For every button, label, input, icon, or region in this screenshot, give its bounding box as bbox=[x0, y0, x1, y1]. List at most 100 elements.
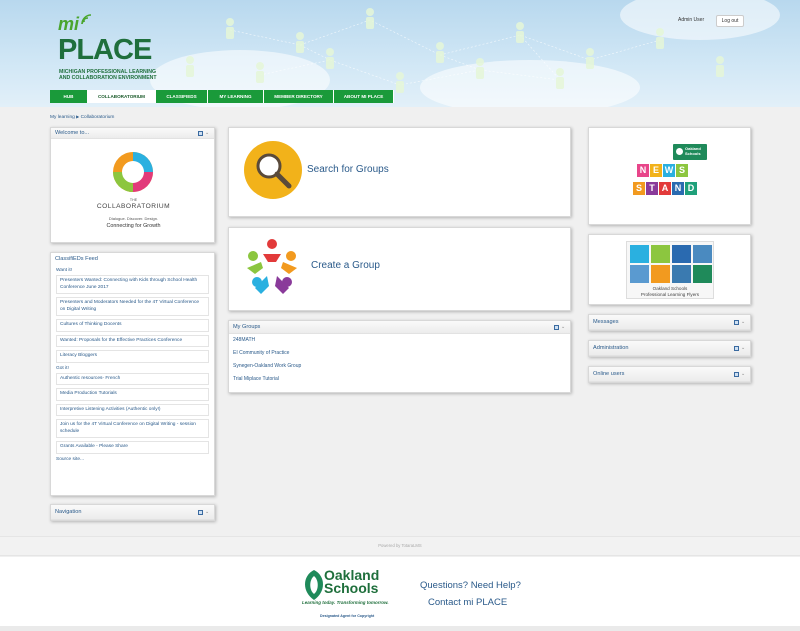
nav-tab-collaboratorium[interactable]: COLLABORATORIUM bbox=[88, 90, 156, 103]
feed-item[interactable]: Wanted: Proposals for the Effective Prac… bbox=[56, 334, 209, 347]
powered-by-link[interactable]: Powered by TotaraLMS bbox=[0, 543, 800, 548]
flyers-thumbnail: Oakland Schools Professional Learning Fl… bbox=[626, 241, 714, 299]
search-icon bbox=[244, 141, 302, 199]
block-header: My Groups ⌄ bbox=[229, 321, 570, 334]
create-group-icon bbox=[247, 239, 297, 294]
copyright-agent-link[interactable]: Designated Agent for Copyright bbox=[320, 614, 374, 618]
flyer-thumb bbox=[693, 245, 712, 263]
letter-tile: E bbox=[650, 164, 662, 177]
nav-tab-hub[interactable]: HUB bbox=[50, 90, 88, 103]
online-users-block: Online users ⌄ bbox=[588, 366, 751, 383]
search-groups-link[interactable]: Search for Groups bbox=[307, 164, 389, 175]
collaboratorium-logo-icon bbox=[113, 152, 153, 192]
breadcrumb-current: Collaboratorium bbox=[80, 115, 115, 120]
collapse-icon[interactable]: ⌄ bbox=[205, 510, 210, 515]
dock-icon[interactable] bbox=[554, 325, 559, 330]
nav-tab-about-mi-place[interactable]: ABOUT MI PLACE bbox=[334, 90, 394, 103]
feed-item[interactable]: Cultures of Thinking Docents bbox=[56, 319, 209, 332]
welcome-block: Welcome to... ⌄ THE COLLABORATORIUM Dial… bbox=[50, 127, 215, 243]
flyer-thumb bbox=[672, 245, 691, 263]
block-title: ClassifiEDs Feed bbox=[55, 256, 98, 262]
collapse-icon[interactable]: ⌄ bbox=[741, 320, 746, 325]
main-nav: HUB COLLABORATORIUM CLASSIFIEDS MY LEARN… bbox=[50, 90, 394, 103]
create-group-block[interactable]: Create a Group bbox=[228, 227, 571, 311]
nav-tab-my-learning[interactable]: MY LEARNING bbox=[208, 90, 264, 103]
block-title: Administration bbox=[593, 345, 629, 351]
breadcrumb-separator: ▶ bbox=[76, 114, 80, 119]
flyer-thumb bbox=[630, 245, 649, 263]
newsstand-bottom-letters: S T A N D bbox=[633, 182, 697, 195]
letter-tile: T bbox=[646, 182, 658, 195]
nav-tab-classifieds[interactable]: CLASSIFIEDS bbox=[156, 90, 208, 103]
site-footer bbox=[0, 557, 800, 631]
feed-item[interactable]: Join us for the 4T Virtual Conference on… bbox=[56, 419, 209, 438]
feed-item[interactable]: Interpretive Listening Activities (Authe… bbox=[56, 403, 209, 416]
flyers-block[interactable]: Oakland Schools Professional Learning Fl… bbox=[588, 234, 751, 305]
administration-block: Administration ⌄ bbox=[588, 340, 751, 357]
group-link[interactable]: EI Community of Practice bbox=[233, 347, 570, 360]
group-link[interactable]: 248MATH bbox=[233, 334, 570, 347]
flyers-caption-line-2: Professional Learning Flyers bbox=[640, 291, 700, 297]
dock-icon[interactable] bbox=[734, 346, 739, 351]
group-link[interactable]: Synegen-Oakland Work Group bbox=[233, 360, 570, 373]
logout-button[interactable]: Log out bbox=[716, 15, 744, 27]
breadcrumb-home[interactable]: My learning bbox=[50, 115, 75, 120]
classifieds-feed-block: ClassifiEDs Feed Want it! Presenters Wan… bbox=[50, 252, 215, 496]
feed-item[interactable]: Presenters Wanted: Connecting with Kids … bbox=[56, 275, 209, 294]
letter-tile: S bbox=[633, 182, 645, 195]
block-header: Welcome to... ⌄ bbox=[51, 128, 214, 139]
block-title: My Groups bbox=[233, 324, 261, 330]
signal-icon bbox=[81, 14, 92, 25]
block-header: Messages ⌄ bbox=[589, 315, 750, 330]
oakland-schools-badge: Oakland Schools bbox=[673, 144, 707, 160]
flyers-grid bbox=[630, 245, 712, 283]
logo-tagline: Dialogue. Discover. Design. bbox=[108, 216, 159, 221]
feed-item[interactable]: Authentic resources- French bbox=[56, 372, 209, 385]
collapse-icon[interactable]: ⌄ bbox=[741, 372, 746, 377]
feed-item[interactable]: Presenters and Moderators Needed for the… bbox=[56, 297, 209, 316]
bottom-strip bbox=[0, 626, 800, 631]
logo-the: THE bbox=[129, 198, 138, 202]
letter-tile: W bbox=[663, 164, 675, 177]
letter-tile: N bbox=[672, 182, 684, 195]
dock-icon[interactable] bbox=[198, 510, 203, 515]
logo-slogan: Connecting for Growth bbox=[106, 223, 161, 229]
want-label: Want it! bbox=[56, 268, 73, 273]
messages-block: Messages ⌄ bbox=[588, 314, 751, 331]
source-site-link[interactable]: Source site... bbox=[56, 457, 209, 462]
block-header: Navigation ⌄ bbox=[51, 505, 214, 520]
dock-icon[interactable] bbox=[734, 320, 739, 325]
letter-tile: D bbox=[685, 182, 697, 195]
dock-icon[interactable] bbox=[198, 131, 203, 136]
block-title: Welcome to... bbox=[55, 130, 90, 136]
block-title: Messages bbox=[593, 319, 619, 325]
logo-subtitle-line-2: AND COLLABORATION ENVIRONMENT bbox=[59, 75, 157, 81]
search-groups-block[interactable]: Search for Groups bbox=[228, 127, 571, 217]
dock-icon[interactable] bbox=[734, 372, 739, 377]
breadcrumb: My learning ▶ Collaboratorium bbox=[50, 114, 114, 120]
block-title: Navigation bbox=[55, 509, 82, 515]
feed-item[interactable]: Literacy Bloggers bbox=[56, 350, 209, 363]
nav-tab-member-directory[interactable]: MEMBER DIRECTORY bbox=[264, 90, 334, 103]
collapse-icon[interactable]: ⌄ bbox=[561, 325, 566, 330]
oakland-leaf-icon bbox=[676, 148, 683, 155]
oakland-leaf-logo-icon bbox=[305, 570, 323, 600]
group-link[interactable]: Trial Miplace Tutorial bbox=[233, 373, 570, 386]
user-name-link[interactable]: Admin User bbox=[678, 17, 704, 23]
feed-item[interactable]: Grants Available - Please Share bbox=[56, 441, 209, 454]
block-header: Online users ⌄ bbox=[589, 367, 750, 382]
letter-tile: N bbox=[637, 164, 649, 177]
create-group-link[interactable]: Create a Group bbox=[311, 260, 380, 271]
block-title: Online users bbox=[593, 371, 625, 377]
flyer-thumb bbox=[693, 265, 712, 283]
schools-text: Schools bbox=[324, 580, 379, 596]
collapse-icon[interactable]: ⌄ bbox=[205, 131, 210, 136]
logo-name: COLLABORATORIUM bbox=[96, 203, 171, 210]
logo-subtitle: MICHIGAN PROFESSIONAL LEARNING AND COLLA… bbox=[59, 69, 179, 81]
newsstand-block[interactable]: Oakland Schools N E W S S T A N D bbox=[588, 127, 751, 225]
questions-heading: Questions? Need Help? bbox=[420, 580, 521, 591]
contact-link[interactable]: Contact mi PLACE bbox=[428, 597, 507, 608]
block-header: ClassifiEDs Feed bbox=[51, 253, 214, 266]
feed-item[interactable]: Media Production Tutorials bbox=[56, 388, 209, 401]
collapse-icon[interactable]: ⌄ bbox=[741, 346, 746, 351]
